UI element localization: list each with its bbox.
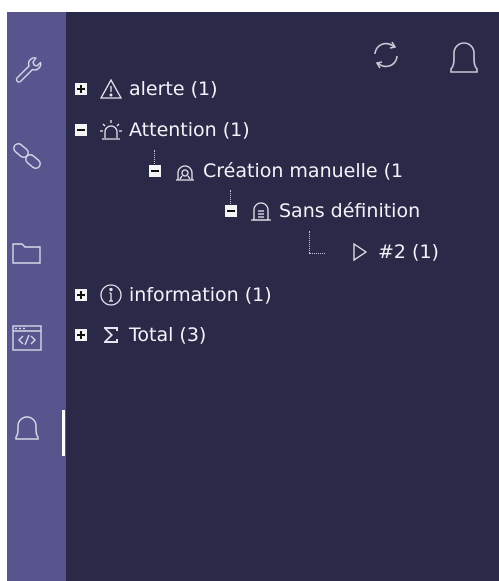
info-icon (99, 283, 123, 307)
collapse-toggle[interactable] (225, 205, 237, 217)
siren-icon (99, 118, 123, 142)
tree-connector (309, 231, 310, 253)
tree-node-item-2[interactable]: #2 (1) (348, 238, 439, 266)
tree-node-creation-manuelle[interactable]: Création manuelle (1 (149, 157, 403, 185)
tree-connector (309, 253, 325, 254)
tree-node-information[interactable]: information (1) (75, 281, 272, 309)
sigma-icon (99, 323, 123, 347)
tree-node-alerte[interactable]: alerte (1) (75, 75, 218, 103)
tree-node-label: Attention (1) (129, 119, 250, 141)
expand-toggle[interactable] (75, 329, 87, 341)
tree-node-label: information (1) (129, 284, 272, 306)
alert-tree: alerte (1) Attention (1) Création manuel… (7, 12, 499, 581)
tombstone-icon (249, 199, 273, 223)
tree-node-attention[interactable]: Attention (1) (75, 116, 250, 144)
tree-node-sans-definition[interactable]: Sans définition (225, 197, 420, 225)
tree-node-label: #2 (1) (378, 241, 439, 263)
tree-node-label: alerte (1) (129, 78, 218, 100)
tree-node-label: Sans définition (279, 200, 421, 222)
warning-icon (99, 77, 123, 101)
tree-node-label: Total (3) (129, 324, 207, 346)
play-triangle-icon (348, 240, 372, 264)
tree-node-label: Création manuelle (1 (203, 160, 404, 182)
manual-creation-icon (173, 159, 197, 183)
expand-toggle[interactable] (75, 83, 87, 95)
collapse-toggle[interactable] (75, 124, 87, 136)
tree-node-total[interactable]: Total (3) (75, 321, 206, 349)
collapse-toggle[interactable] (149, 165, 161, 177)
expand-toggle[interactable] (75, 289, 87, 301)
app-frame: alerte (1) Attention (1) Création manuel… (7, 12, 499, 581)
